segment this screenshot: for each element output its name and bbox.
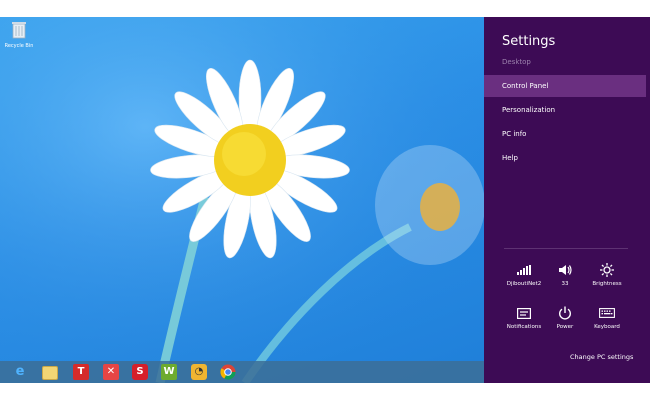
charm-subtitle: Desktop [502, 58, 531, 66]
w-app-icon[interactable]: W [161, 364, 177, 380]
notifications-icon [517, 307, 531, 319]
gauge-app-icon[interactable]: ◔ [191, 364, 207, 380]
signal-icon [517, 265, 531, 275]
tile-power-label: Power [556, 324, 574, 330]
keyboard-icon [599, 308, 615, 318]
screen: Recycle Bin e T ✕ S W ◔ Settings Desktop… [0, 17, 650, 383]
tile-brightness[interactable]: Brightness [587, 263, 627, 287]
tile-power[interactable]: Power [545, 306, 585, 330]
tile-network-label: DjiboutiNet2 [506, 281, 542, 287]
tile-network[interactable]: DjiboutiNet2 [504, 263, 544, 287]
wallpaper [0, 17, 484, 383]
recycle-bin[interactable]: Recycle Bin [4, 21, 34, 49]
taskbar: e T ✕ S W ◔ [0, 361, 484, 383]
desktop: Recycle Bin e T ✕ S W ◔ [0, 17, 484, 383]
red-app-icon[interactable]: ✕ [103, 364, 119, 380]
tile-brightness-label: Brightness [592, 281, 622, 287]
file-explorer-icon[interactable] [42, 366, 58, 380]
t-app-icon[interactable]: T [73, 364, 89, 380]
menu-control-panel[interactable]: Control Panel [484, 75, 646, 97]
charm-title: Settings [502, 34, 556, 49]
change-pc-settings-link[interactable]: Change PC settings [570, 353, 633, 361]
recycle-bin-icon [12, 22, 26, 39]
chrome-icon[interactable] [220, 364, 236, 380]
s-app-icon[interactable]: S [132, 364, 148, 380]
power-icon [559, 306, 571, 320]
tile-notifications-label: Notifications [506, 324, 542, 330]
internet-explorer-icon[interactable]: e [12, 364, 28, 380]
brightness-icon [600, 263, 614, 277]
recycle-bin-label: Recycle Bin [4, 43, 34, 49]
settings-charm: Settings Desktop Control Panel Personali… [484, 17, 650, 383]
charm-divider [504, 248, 628, 249]
volume-icon [559, 265, 572, 275]
menu-pc-info[interactable]: PC info [484, 123, 646, 145]
tile-volume[interactable]: 33 [545, 263, 585, 287]
tile-keyboard[interactable]: Keyboard [587, 306, 627, 330]
menu-help[interactable]: Help [484, 147, 646, 169]
tile-notifications[interactable]: Notifications [504, 306, 544, 330]
tile-keyboard-label: Keyboard [594, 324, 620, 330]
menu-personalization[interactable]: Personalization [484, 99, 646, 121]
tile-volume-label: 33 [561, 281, 569, 287]
